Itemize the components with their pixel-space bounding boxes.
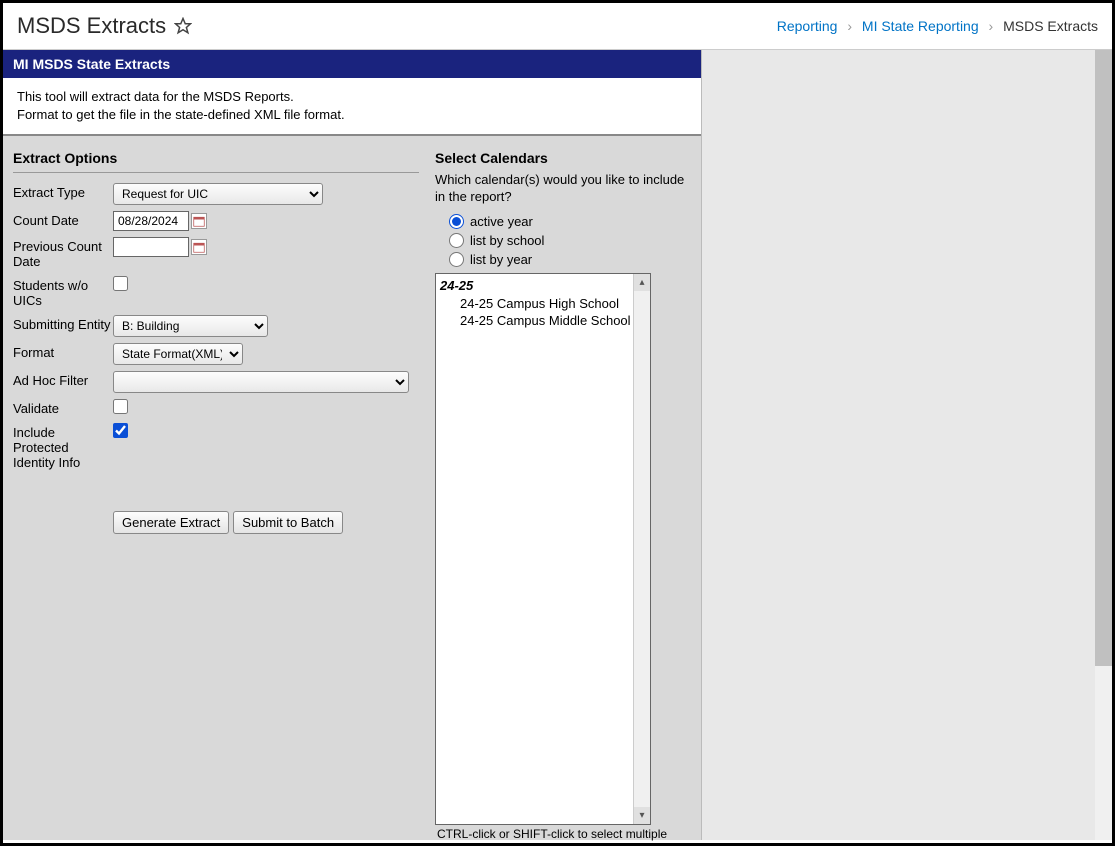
extract-type-select[interactable]: Request for UIC — [113, 183, 323, 205]
favorite-star-icon[interactable] — [174, 17, 192, 35]
scroll-up-icon[interactable]: ▴ — [634, 274, 650, 291]
breadcrumb: Reporting › MI State Reporting › MSDS Ex… — [777, 18, 1098, 34]
desc-line: This tool will extract data for the MSDS… — [17, 88, 687, 106]
label-extract-type: Extract Type — [13, 183, 113, 201]
submitting-entity-select[interactable]: B: Building — [113, 315, 268, 337]
breadcrumb-link-reporting[interactable]: Reporting — [777, 18, 838, 34]
prev-count-date-input[interactable] — [113, 237, 189, 257]
scrollbar-thumb[interactable] — [1095, 50, 1112, 666]
label-format: Format — [13, 343, 113, 361]
radio-label-by-school: list by school — [470, 233, 544, 248]
label-include-protected: Include Protected Identity Info — [13, 423, 113, 471]
list-item[interactable]: 24-25 Campus Middle School — [440, 312, 646, 329]
chevron-right-icon: › — [989, 18, 994, 34]
multiselect-hint: CTRL-click or SHIFT-click to select mult… — [437, 827, 691, 841]
students-wo-uics-checkbox[interactable] — [113, 276, 128, 291]
panel-title: MI MSDS State Extracts — [3, 50, 701, 78]
count-date-input[interactable] — [113, 211, 189, 231]
desc-line: Format to get the file in the state-defi… — [17, 106, 687, 124]
label-count-date: Count Date — [13, 211, 113, 229]
calendar-year-header: 24-25 — [440, 278, 646, 293]
select-calendars-desc: Which calendar(s) would you like to incl… — [435, 172, 691, 206]
radio-active-year[interactable] — [449, 214, 464, 229]
list-item[interactable]: 24-25 Campus High School — [440, 295, 646, 312]
include-protected-checkbox[interactable] — [113, 423, 128, 438]
adhoc-filter-select[interactable] — [113, 371, 409, 393]
select-calendars-title: Select Calendars — [435, 150, 691, 166]
radio-list-by-year[interactable] — [449, 252, 464, 267]
calendar-listbox[interactable]: 24-25 24-25 Campus High School 24-25 Cam… — [435, 273, 651, 825]
radio-label-active-year: active year — [470, 214, 533, 229]
label-validate: Validate — [13, 399, 113, 417]
calendar-icon[interactable] — [191, 239, 207, 255]
scroll-down-icon[interactable]: ▾ — [634, 807, 650, 824]
radio-label-by-year: list by year — [470, 252, 532, 267]
label-students-wo-uics: Students w/o UICs — [13, 276, 113, 309]
format-select[interactable]: State Format(XML) — [113, 343, 243, 365]
content-panel: MI MSDS State Extracts This tool will ex… — [3, 50, 701, 840]
divider — [13, 172, 419, 173]
validate-checkbox[interactable] — [113, 399, 128, 414]
listbox-scrollbar[interactable]: ▴ ▾ — [633, 274, 650, 824]
breadcrumb-current: MSDS Extracts — [1003, 18, 1098, 34]
calendar-icon[interactable] — [191, 213, 207, 229]
breadcrumb-link-mi-state-reporting[interactable]: MI State Reporting — [862, 18, 979, 34]
label-adhoc-filter: Ad Hoc Filter — [13, 371, 113, 389]
page-scrollbar[interactable] — [1095, 50, 1112, 840]
page-title: MSDS Extracts — [17, 13, 166, 39]
right-gutter — [701, 50, 1112, 840]
label-submitting-entity: Submitting Entity — [13, 315, 113, 333]
panel-description: This tool will extract data for the MSDS… — [3, 78, 701, 136]
label-prev-count-date: Previous Count Date — [13, 237, 113, 270]
extract-options-title: Extract Options — [13, 150, 419, 166]
chevron-right-icon: › — [847, 18, 852, 34]
generate-extract-button[interactable]: Generate Extract — [113, 511, 229, 534]
page-header: MSDS Extracts Reporting › MI State Repor… — [3, 3, 1112, 50]
radio-list-by-school[interactable] — [449, 233, 464, 248]
submit-to-batch-button[interactable]: Submit to Batch — [233, 511, 343, 534]
